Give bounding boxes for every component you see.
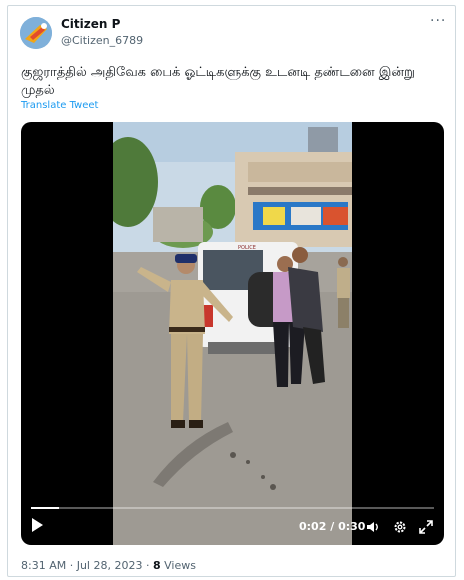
author-handle[interactable]: @Citizen_6789 bbox=[61, 34, 143, 47]
van-police-text: POLICE bbox=[238, 245, 256, 251]
avatar-image bbox=[20, 17, 52, 49]
video-duration: 0:30 bbox=[338, 520, 366, 533]
tweet-meta: 8:31 AM · Jul 28, 2023 · 8 Views bbox=[21, 559, 196, 572]
video-progress-fill bbox=[31, 507, 60, 509]
meta-separator: · bbox=[142, 559, 153, 572]
video-current-time: 0:02 bbox=[299, 520, 327, 533]
fullscreen-icon[interactable] bbox=[419, 519, 433, 534]
video-frame: POLICE bbox=[113, 122, 352, 545]
tweet-text: குஜராத்தில் அதிவேக பைக் ஓட்டிகளுக்கு உடன… bbox=[21, 65, 415, 98]
more-dots-icon[interactable]: ··· bbox=[430, 13, 446, 29]
video-player[interactable]: POLICE 0:02 / 0:30 bbox=[21, 122, 444, 545]
time-separator: / bbox=[330, 520, 339, 533]
tweet-timestamp[interactable]: 8:31 AM · Jul 28, 2023 bbox=[21, 559, 142, 572]
video-time: 0:02 / 0:30 bbox=[299, 520, 365, 533]
avatar[interactable] bbox=[20, 17, 52, 49]
video-scene: POLICE bbox=[113, 122, 352, 545]
volume-icon[interactable] bbox=[366, 519, 380, 533]
video-progress-bar[interactable] bbox=[31, 507, 434, 509]
views-count[interactable]: 8 bbox=[153, 559, 161, 572]
play-icon[interactable] bbox=[29, 517, 45, 533]
settings-icon[interactable] bbox=[393, 519, 407, 533]
translate-tweet-link[interactable]: Translate Tweet bbox=[21, 100, 98, 111]
views-label: Views bbox=[164, 559, 196, 572]
author-display-name[interactable]: Citizen P bbox=[61, 17, 120, 31]
